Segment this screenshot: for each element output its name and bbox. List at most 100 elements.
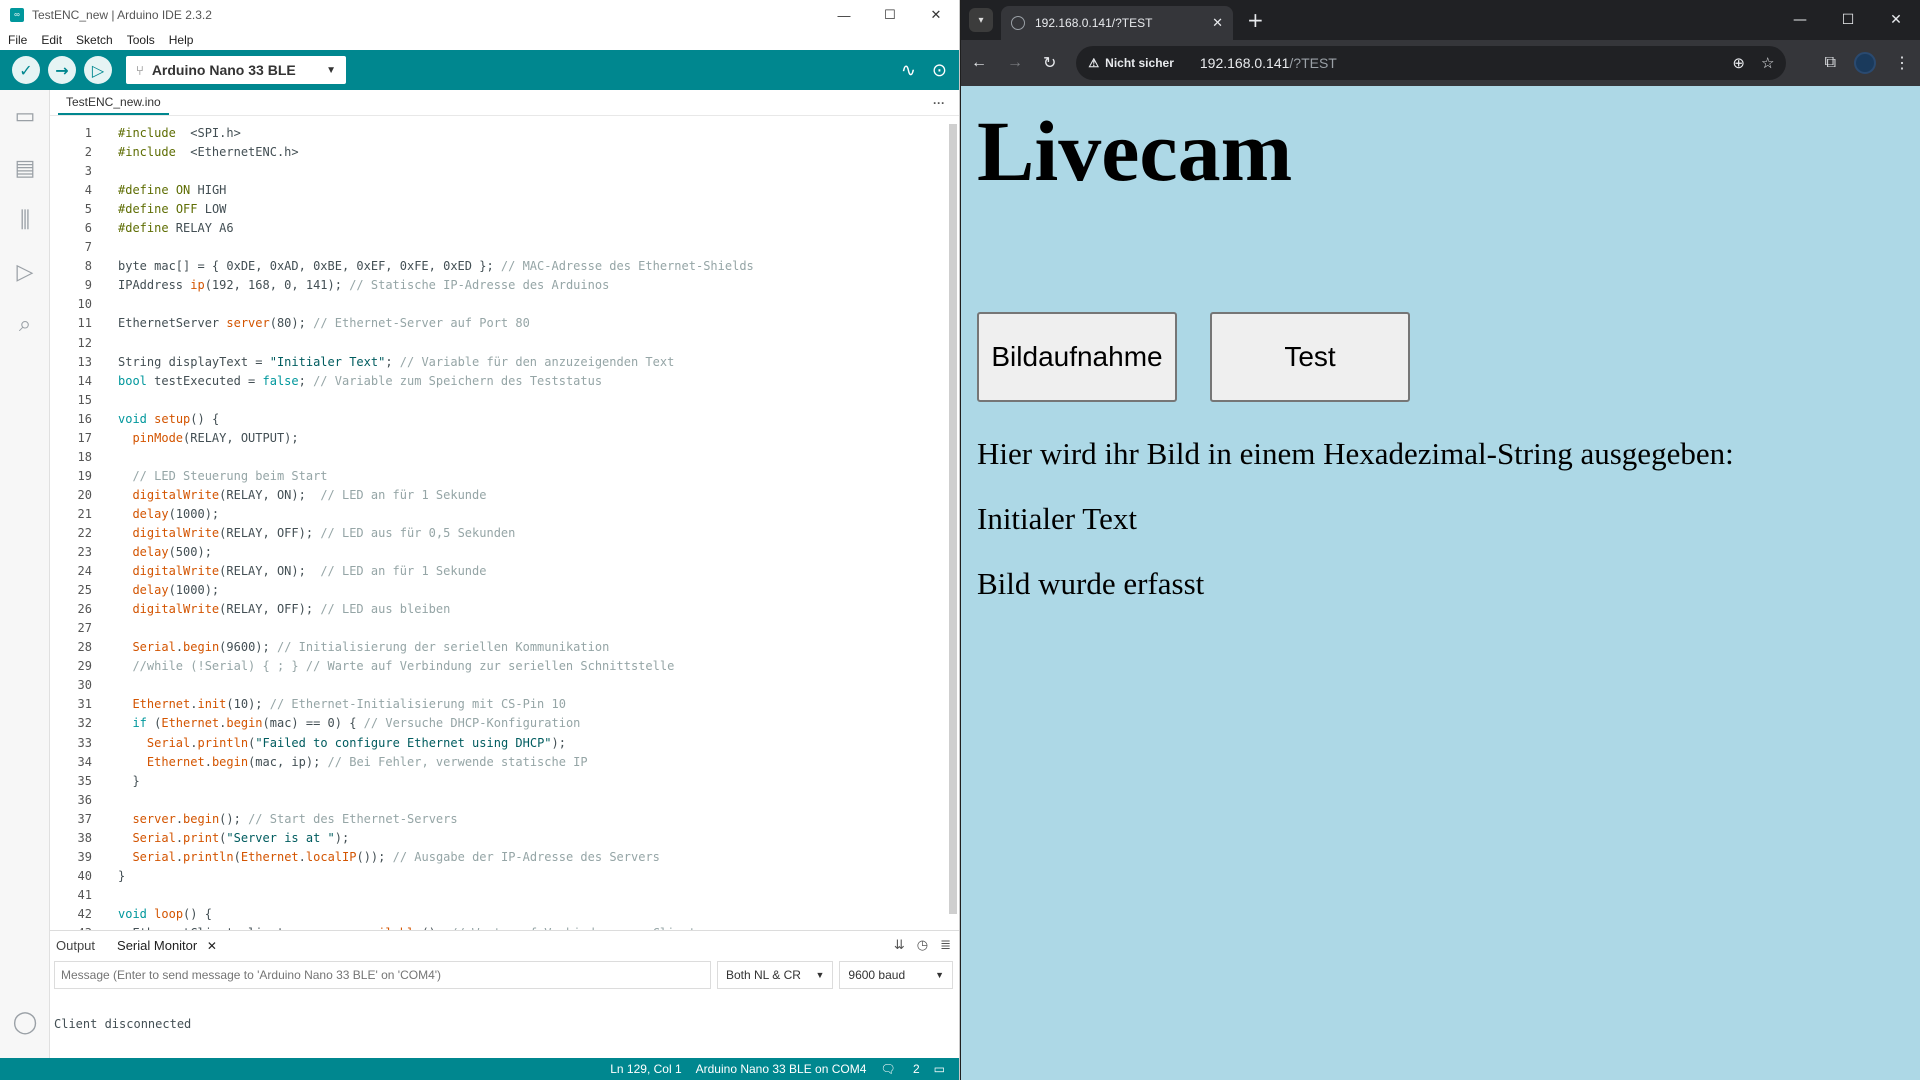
minimize-icon[interactable]: —: [1776, 0, 1824, 40]
serial-monitor-icon[interactable]: ⊙: [932, 60, 947, 81]
bookmark-star-icon[interactable]: ☆: [1761, 54, 1774, 72]
browser-tab[interactable]: 192.168.0.141/?TEST ✕: [1001, 6, 1233, 40]
code-line[interactable]: 12: [50, 334, 943, 353]
code-line[interactable]: 28 Serial.begin(9600); // Initialisierun…: [50, 638, 943, 657]
code-line[interactable]: 14 bool testExecuted = false; // Variable…: [50, 372, 943, 391]
code-line[interactable]: 21 delay(1000);: [50, 505, 943, 524]
code-line[interactable]: 31 Ethernet.init(10); // Ethernet-Initia…: [50, 695, 943, 714]
close-tab-icon[interactable]: ✕: [1212, 15, 1223, 31]
tab-search-icon[interactable]: ▾: [969, 8, 993, 32]
code-line[interactable]: 2 #include <EthernetENC.h>: [50, 143, 943, 162]
code-line[interactable]: 38 Serial.print("Server is at ");: [50, 829, 943, 848]
toggle-panel-icon[interactable]: ▭: [934, 1062, 945, 1076]
menu-edit[interactable]: Edit: [41, 33, 62, 47]
back-icon[interactable]: ←: [971, 54, 987, 72]
code-line[interactable]: 35 }: [50, 772, 943, 791]
library-manager-icon[interactable]: ⫼: [0, 194, 50, 246]
line-ending-select[interactable]: Both NL & CR ▼: [717, 961, 834, 989]
more-icon[interactable]: ···: [933, 96, 945, 110]
code-line[interactable]: 18: [50, 448, 943, 467]
maximize-icon[interactable]: ☐: [867, 0, 913, 30]
tab-serial-monitor[interactable]: Serial Monitor ✕: [117, 938, 217, 953]
code-line[interactable]: 7: [50, 238, 943, 257]
minimize-icon[interactable]: —: [821, 0, 867, 30]
forward-icon[interactable]: →: [1007, 54, 1023, 72]
capture-button[interactable]: Bildaufnahme: [977, 312, 1177, 402]
code-line[interactable]: 37 server.begin(); // Start des Ethernet…: [50, 810, 943, 829]
file-tab[interactable]: TestENC_new.ino: [58, 91, 169, 115]
zoom-icon[interactable]: ⊕: [1732, 54, 1745, 72]
code-line[interactable]: 26 digitalWrite(RELAY, OFF); // LED aus …: [50, 600, 943, 619]
sketchbook-icon[interactable]: ▭: [0, 90, 50, 142]
webpage-content: Livecam Bildaufnahme Test Hier wird ihr …: [961, 86, 1920, 1080]
account-icon[interactable]: ◯: [0, 996, 50, 1048]
code-line[interactable]: 16 void setup() {: [50, 410, 943, 429]
code-line[interactable]: 9 IPAddress ip(192, 168, 0, 141); // Stat…: [50, 276, 943, 295]
code-line[interactable]: 36: [50, 791, 943, 810]
code-line[interactable]: 23 delay(500);: [50, 543, 943, 562]
menu-kebab-icon[interactable]: ⋮: [1894, 53, 1910, 73]
editor-scrollbar[interactable]: [947, 124, 959, 920]
code-content[interactable]: 1 #include <SPI.h> 2 #include <EthernetENC.…: [50, 124, 943, 930]
clear-output-icon[interactable]: ≣: [940, 937, 951, 953]
code-line[interactable]: 17 pinMode(RELAY, OUTPUT);: [50, 429, 943, 448]
code-line[interactable]: 15: [50, 391, 943, 410]
code-line[interactable]: 4 #define ON HIGH: [50, 181, 943, 200]
code-line[interactable]: 40}: [50, 867, 943, 886]
serial-plotter-icon[interactable]: ∿: [901, 60, 916, 81]
new-tab-icon[interactable]: +: [1247, 8, 1264, 32]
notifications-status[interactable]: 🗨 2: [880, 1062, 919, 1076]
baud-rate-select[interactable]: 9600 baud ▼: [839, 961, 953, 989]
boards-manager-icon[interactable]: ▤: [0, 142, 50, 194]
search-icon[interactable]: ⌕: [0, 298, 50, 350]
security-chip[interactable]: Nicht sicher: [1105, 56, 1186, 70]
menu-file[interactable]: File: [8, 33, 27, 47]
code-line[interactable]: 3: [50, 162, 943, 181]
upload-button[interactable]: →: [48, 56, 76, 84]
code-line[interactable]: 33 Serial.println("Failed to configure E…: [50, 734, 943, 753]
close-icon[interactable]: ✕: [913, 0, 959, 30]
code-line[interactable]: 22 digitalWrite(RELAY, OFF); // LED aus …: [50, 524, 943, 543]
code-line[interactable]: 29 //while (!Serial) { ; } // Warte auf …: [50, 657, 943, 676]
serial-message-input[interactable]: [54, 961, 711, 989]
close-icon[interactable]: ✕: [1872, 0, 1920, 40]
board-selector[interactable]: ⑂ Arduino Nano 33 BLE ▼: [126, 56, 346, 84]
code-line[interactable]: 6 #define RELAY A6: [50, 219, 943, 238]
code-line[interactable]: 30: [50, 676, 943, 695]
debug-icon[interactable]: ▷: [0, 246, 50, 298]
code-line[interactable]: 27: [50, 619, 943, 638]
tab-output[interactable]: Output: [56, 938, 95, 953]
code-line[interactable]: 39 Serial.println(Ethernet.localIP()); /…: [50, 848, 943, 867]
code-line[interactable]: 41: [50, 886, 943, 905]
verify-button[interactable]: ✓: [12, 56, 40, 84]
address-bar[interactable]: ⚠ Nicht sicher 192.168.0.141 /?TEST ⊕ ☆: [1076, 46, 1787, 80]
code-line[interactable]: 1 #include <SPI.h>: [50, 124, 943, 143]
autoscroll-icon[interactable]: ⇊: [894, 937, 905, 953]
close-icon[interactable]: ✕: [207, 939, 217, 953]
test-button[interactable]: Test: [1210, 312, 1410, 402]
menu-sketch[interactable]: Sketch: [76, 33, 113, 47]
code-line[interactable]: 8 byte mac[] = { 0xDE, 0xAD, 0xBE, 0xEF, …: [50, 257, 943, 276]
code-line[interactable]: 42 void loop() {: [50, 905, 943, 924]
code-line[interactable]: 13 String displayText = "Initialer Text";…: [50, 353, 943, 372]
code-line[interactable]: 19 // LED Steuerung beim Start: [50, 467, 943, 486]
code-line[interactable]: 10: [50, 295, 943, 314]
code-line[interactable]: 11 EthernetServer server(80); // Ethernet…: [50, 314, 943, 333]
code-line[interactable]: 5 #define OFF LOW: [50, 200, 943, 219]
code-line[interactable]: 20 digitalWrite(RELAY, ON); // LED an fü…: [50, 486, 943, 505]
code-editor[interactable]: TestENC_new.ino ··· 1 #include <SPI.h> 2 #i…: [50, 90, 959, 930]
code-line[interactable]: 25 delay(1000);: [50, 581, 943, 600]
menu-help[interactable]: Help: [169, 33, 194, 47]
profile-avatar[interactable]: [1854, 52, 1876, 74]
line-number: 27: [77, 621, 92, 636]
code-line[interactable]: 32 if (Ethernet.begin(mac) == 0) { // Ve…: [50, 714, 943, 733]
code-line[interactable]: 24 digitalWrite(RELAY, ON); // LED an fü…: [50, 562, 943, 581]
maximize-icon[interactable]: ☐: [1824, 0, 1872, 40]
timestamp-icon[interactable]: ◷: [917, 937, 928, 953]
board-port-status[interactable]: Arduino Nano 33 BLE on COM4: [696, 1062, 867, 1076]
reload-icon[interactable]: ↻: [1043, 53, 1056, 73]
code-line[interactable]: 34 Ethernet.begin(mac, ip); // Bei Fehle…: [50, 753, 943, 772]
menu-tools[interactable]: Tools: [127, 33, 155, 47]
debug-button[interactable]: ▷: [84, 56, 112, 84]
extensions-icon[interactable]: ⧉: [1825, 54, 1836, 72]
